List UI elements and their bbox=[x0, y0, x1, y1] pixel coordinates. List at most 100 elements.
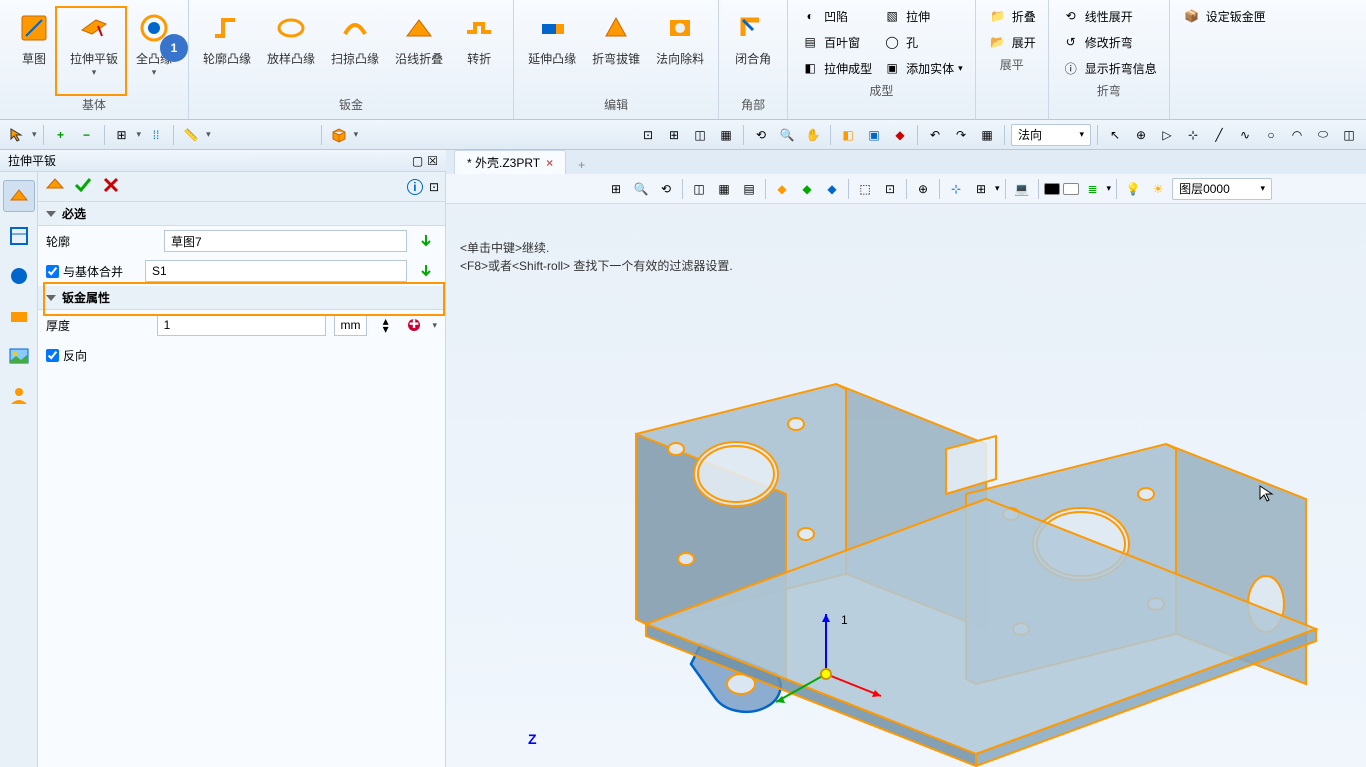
vt-6[interactable]: ▤ bbox=[738, 178, 760, 200]
panel-reset-button[interactable]: ⊡ bbox=[429, 180, 439, 194]
vt-sun[interactable]: ☀ bbox=[1147, 178, 1169, 200]
extend-flange-button[interactable]: 延伸凸缘 bbox=[522, 4, 582, 94]
panel-ok-button[interactable] bbox=[72, 174, 94, 199]
vt-3[interactable]: ⟲ bbox=[655, 178, 677, 200]
view-tool-2[interactable]: ⊞ bbox=[663, 124, 685, 146]
pick-merge-button[interactable] bbox=[415, 260, 437, 282]
vt-13[interactable]: ⊹ bbox=[945, 178, 967, 200]
view-tool-12[interactable]: ↷ bbox=[950, 124, 972, 146]
set-box-button[interactable]: 📦设定钣金匣 bbox=[1178, 4, 1270, 28]
vt-layers[interactable]: ≣ bbox=[1082, 178, 1104, 200]
vt-14[interactable]: ⊞ bbox=[970, 178, 992, 200]
stretch-button[interactable]: ▧拉伸 bbox=[878, 4, 967, 28]
view-tool-9[interactable]: ▣ bbox=[863, 124, 885, 146]
section-sheet[interactable]: 钣金属性 bbox=[38, 286, 445, 310]
vt-11[interactable]: ⊡ bbox=[879, 178, 901, 200]
sketch-tool-2[interactable]: ⊕ bbox=[1130, 124, 1152, 146]
unfold-button[interactable]: 📂展开 bbox=[984, 30, 1040, 54]
sketch-tool-7[interactable]: ○ bbox=[1260, 124, 1282, 146]
input-merge[interactable] bbox=[145, 260, 407, 282]
panel-pin-icon[interactable]: ▢ bbox=[412, 154, 423, 168]
unit-thickness[interactable]: mm bbox=[334, 314, 368, 336]
extrude-tab-button[interactable]: 拉伸平钣 ▾ bbox=[64, 4, 124, 94]
canvas[interactable]: <单击中键>继续. <F8>或者<Shift-roll> 查找下一个有效的过滤器… bbox=[446, 204, 1366, 767]
doc-tab[interactable]: * 外壳.Z3PRT × bbox=[454, 150, 566, 174]
dots-tool[interactable]: ⁞⁞ bbox=[145, 124, 167, 146]
layer-dropdown[interactable]: 图层0000▾ bbox=[1172, 178, 1272, 200]
vt-color-white[interactable] bbox=[1063, 183, 1079, 195]
view-tool-6[interactable]: 🔍 bbox=[776, 124, 798, 146]
sketch-tool-6[interactable]: ∿ bbox=[1234, 124, 1256, 146]
add-solid-button[interactable]: ▣添加实体▾ bbox=[878, 56, 967, 80]
minus-tool[interactable]: − bbox=[76, 124, 98, 146]
vt-4[interactable]: ◫ bbox=[688, 178, 710, 200]
vt-2[interactable]: 🔍 bbox=[630, 178, 652, 200]
sketch-tool-3[interactable]: ▷ bbox=[1156, 124, 1178, 146]
dimple-button[interactable]: ◐凹陷 bbox=[796, 4, 876, 28]
ruler-tool[interactable]: 📏 bbox=[180, 124, 202, 146]
sweep-flange-button[interactable]: 扫掠凸缘 bbox=[325, 4, 385, 94]
panel-cancel-button[interactable] bbox=[100, 174, 122, 199]
sketch-tool-10[interactable]: ◫ bbox=[1338, 124, 1360, 146]
full-flange-button[interactable]: 全凸缘 ▾ bbox=[128, 4, 180, 94]
swept-flange-button[interactable]: 放样凸缘 bbox=[261, 4, 321, 94]
jog-button[interactable]: 转折 bbox=[453, 4, 505, 94]
bend-taper-button[interactable]: 折弯拔锥 bbox=[586, 4, 646, 94]
checkbox-merge[interactable] bbox=[46, 265, 59, 278]
sketch-tool-5[interactable]: ╱ bbox=[1208, 124, 1230, 146]
view-tool-10[interactable]: ◆ bbox=[889, 124, 911, 146]
normal-cut-button[interactable]: 法向除料 bbox=[650, 4, 710, 94]
input-profile[interactable] bbox=[164, 230, 407, 252]
grid-tool[interactable]: ⊞ bbox=[111, 124, 133, 146]
checkbox-reverse[interactable] bbox=[46, 349, 59, 362]
fold-button[interactable]: 📁折叠 bbox=[984, 4, 1040, 28]
vt-color-black[interactable] bbox=[1044, 183, 1060, 195]
view-tool-13[interactable]: ▦ bbox=[976, 124, 998, 146]
section-required[interactable]: 必选 bbox=[38, 202, 445, 226]
vt-15[interactable]: 💻 bbox=[1011, 178, 1033, 200]
view-tool-4[interactable]: ▦ bbox=[715, 124, 737, 146]
cube-tool[interactable] bbox=[328, 124, 350, 146]
side-tab-material[interactable] bbox=[3, 300, 35, 332]
thickness-stepper[interactable]: ▴▾ bbox=[375, 314, 396, 336]
sketch-button[interactable]: 草图 bbox=[8, 4, 60, 94]
vt-bulb[interactable]: 💡 bbox=[1122, 178, 1144, 200]
pick-profile-button[interactable] bbox=[415, 230, 437, 252]
view-tool-11[interactable]: ↶ bbox=[924, 124, 946, 146]
vt-5[interactable]: ▦ bbox=[713, 178, 735, 200]
side-tab-user[interactable] bbox=[3, 380, 35, 412]
vt-8[interactable]: ◆ bbox=[796, 178, 818, 200]
panel-close-icon[interactable]: ☒ bbox=[427, 154, 438, 168]
louver-button[interactable]: ▤百叶窗 bbox=[796, 30, 876, 54]
view-tool-3[interactable]: ◫ bbox=[689, 124, 711, 146]
linear-unfold-button[interactable]: ⟲线性展开 bbox=[1057, 4, 1161, 28]
bend-info-button[interactable]: ⓘ显示折弯信息 bbox=[1057, 56, 1161, 80]
hole-button[interactable]: ◯孔 bbox=[878, 30, 967, 54]
vt-1[interactable]: ⊞ bbox=[605, 178, 627, 200]
vt-10[interactable]: ⬚ bbox=[854, 178, 876, 200]
profile-flange-button[interactable]: 轮廓凸缘 bbox=[197, 4, 257, 94]
direction-dropdown[interactable]: 法向▾ bbox=[1011, 124, 1091, 146]
sketch-tool-8[interactable]: ◠ bbox=[1286, 124, 1308, 146]
view-tool-5[interactable]: ⟲ bbox=[750, 124, 772, 146]
sketch-tool-4[interactable]: ⊹ bbox=[1182, 124, 1204, 146]
fold-line-button[interactable]: 沿线折叠 bbox=[389, 4, 449, 94]
thickness-measure-button[interactable]: ✚ bbox=[404, 314, 425, 336]
view-tool-1[interactable]: ⊡ bbox=[637, 124, 659, 146]
doc-tab-close[interactable]: × bbox=[546, 156, 553, 170]
vt-9[interactable]: ◆ bbox=[821, 178, 843, 200]
extrude-form-button[interactable]: ◧拉伸成型 bbox=[796, 56, 876, 80]
panel-info-button[interactable]: i bbox=[407, 179, 423, 195]
close-corner-button[interactable]: 闭合角 bbox=[727, 4, 779, 94]
view-tool-8[interactable]: ◧ bbox=[837, 124, 859, 146]
side-tab-tree[interactable] bbox=[3, 220, 35, 252]
sketch-tool-9[interactable]: ⬭ bbox=[1312, 124, 1334, 146]
side-tab-view[interactable] bbox=[3, 260, 35, 292]
side-tab-feature[interactable] bbox=[3, 180, 35, 212]
modify-bend-button[interactable]: ↺修改折弯 bbox=[1057, 30, 1161, 54]
input-thickness[interactable] bbox=[157, 314, 326, 336]
plus-tool[interactable]: + bbox=[50, 124, 72, 146]
view-tool-7[interactable]: ✋ bbox=[802, 124, 824, 146]
doc-tab-add[interactable]: + bbox=[572, 156, 591, 174]
vt-12[interactable]: ⊕ bbox=[912, 178, 934, 200]
